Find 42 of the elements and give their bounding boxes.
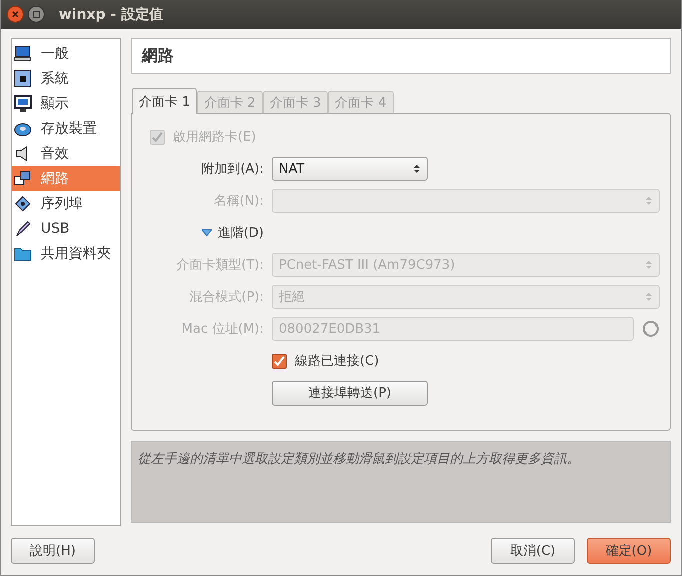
dialog-button[interactable]: 說明(H) <box>11 538 95 564</box>
sidebar-item[interactable]: 顯示 <box>12 91 120 116</box>
sidebar-item[interactable]: 共用資料夾 <box>12 241 120 266</box>
field-label: 介面卡類型(T): <box>176 257 264 274</box>
expander-label[interactable]: 進階(D) <box>218 224 264 242</box>
sidebar-item[interactable]: 音效 <box>12 141 120 166</box>
checkbox[interactable] <box>272 354 287 368</box>
window-title: winxp - 設定值 <box>59 6 164 24</box>
sidebar-item[interactable]: 存放裝置 <box>12 116 120 141</box>
field-label: 混合模式(P): <box>188 289 264 306</box>
category-icon <box>14 170 32 188</box>
checkbox-label: 啟用網路卡(E) <box>173 129 256 146</box>
spinner-arrows-icon <box>645 195 653 207</box>
spinner-arrows-icon <box>645 291 653 303</box>
sidebar-item[interactable]: 一般 <box>12 41 120 66</box>
dialog-button[interactable]: 取消(C) <box>491 538 575 564</box>
category-icon <box>14 70 32 88</box>
category-icon <box>14 194 32 212</box>
port-forwarding-button[interactable]: 連接埠轉送(P) <box>272 380 428 406</box>
field-label: 名稱(N): <box>212 193 264 210</box>
sidebar-item[interactable]: 序列埠 <box>12 191 120 216</box>
square-icon <box>33 11 40 18</box>
info-text: 從左手邊的清單中選取設定類別並移動滑鼠到設定項目的上方取得更多資訊。 <box>131 441 671 523</box>
category-icon <box>14 94 32 112</box>
category-icon <box>14 44 32 62</box>
spinner-arrows-icon <box>645 259 653 271</box>
spinner-arrows-icon <box>413 163 421 175</box>
section-title: 網路 <box>131 38 671 74</box>
close-icon <box>12 11 19 18</box>
close-button[interactable] <box>7 6 24 23</box>
field-label: Mac 位址(M): <box>180 321 264 338</box>
field-label: 附加到(A): <box>200 161 264 178</box>
checkbox-label: 線路已連接(C) <box>295 353 380 370</box>
category-icon <box>14 220 32 238</box>
dialog-button[interactable]: 確定(O) <box>587 538 671 564</box>
tab[interactable]: 介面卡 1 <box>132 88 198 114</box>
sidebar-item[interactable]: USB <box>12 216 120 241</box>
maximize-button[interactable] <box>28 6 45 23</box>
refresh-icon[interactable] <box>642 320 660 338</box>
sidebar-item[interactable]: 系統 <box>12 66 120 91</box>
dropdown[interactable]: NAT <box>272 157 428 181</box>
expander-triangle-icon[interactable] <box>202 229 212 237</box>
